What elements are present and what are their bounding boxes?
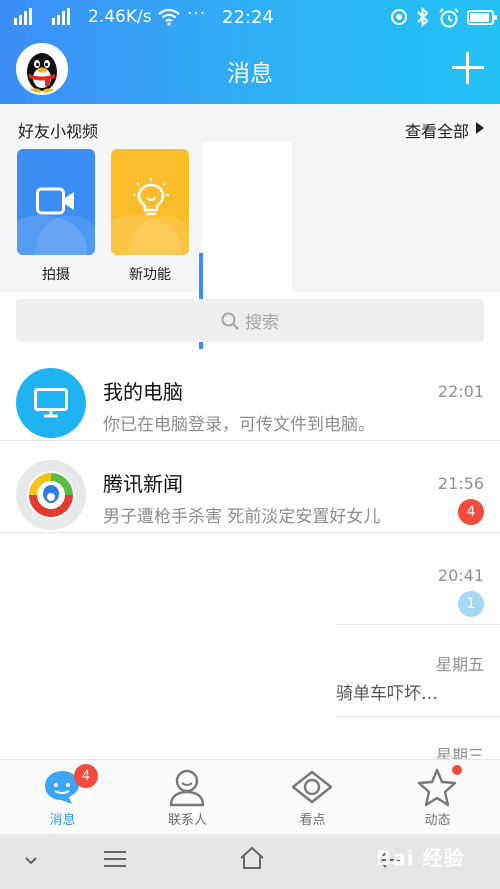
status-bar: 2.46K/s ··· 22:24: [0, 0, 500, 36]
tile-record[interactable]: [17, 149, 95, 255]
tab-messages-label: 消息: [49, 813, 76, 828]
conversation-row-tencent-news[interactable]: 腾讯新闻 男子遭枪手杀害 死前淡定安置好女儿 21:56 4: [0, 441, 500, 533]
conversation-preview: 男子遭枪手杀害 死前淡定安置好女儿: [103, 507, 381, 527]
person-icon: [169, 769, 205, 807]
tile-new-feature[interactable]: [111, 149, 189, 255]
eye-icon: [292, 770, 332, 804]
chevron-down-icon[interactable]: [24, 856, 38, 866]
tab-contacts-label: 联系人: [167, 813, 207, 828]
location-icon: [391, 9, 407, 25]
more-dots: ···: [187, 4, 207, 24]
watermark: Bai 经验: [376, 846, 465, 870]
battery-icon: [467, 10, 497, 25]
tab-watch[interactable]: 看点: [250, 760, 375, 835]
home-icon[interactable]: [239, 846, 265, 870]
conversation-preview: 骑单车吓坏…: [336, 684, 438, 704]
search-placeholder: 搜索: [245, 313, 279, 333]
view-all-link[interactable]: 查看全部: [405, 118, 469, 142]
conversation-row-my-computer[interactable]: 我的电脑 你已在电脑登录，可传文件到电脑。 22:01: [0, 349, 500, 441]
tab-contacts[interactable]: 联系人: [125, 760, 250, 835]
messages-badge: 4: [74, 764, 98, 788]
conversation-row-5[interactable]: 星期三: [0, 717, 500, 765]
menu-icon[interactable]: [102, 848, 128, 870]
bluetooth-icon: [417, 7, 429, 27]
conversation-time: 22:01: [437, 382, 484, 401]
unread-badge: 4: [458, 499, 484, 525]
tab-bar: 4 消息 联系人 看点 动态: [0, 759, 500, 834]
tile-record-label: 拍摄: [42, 267, 70, 283]
moments-dot: [452, 765, 462, 775]
tile-new-feature-label: 新功能: [129, 267, 171, 283]
tab-moments-label: 动态: [424, 813, 451, 828]
redaction-box: [203, 142, 292, 292]
video-camera-icon: [36, 187, 74, 215]
search-icon: [221, 312, 239, 330]
conversation-time: 星期五: [435, 655, 484, 674]
add-icon[interactable]: [452, 52, 484, 84]
tencent-news-icon: [27, 471, 75, 519]
conversation-time: 21:56: [437, 474, 484, 493]
tab-watch-label: 看点: [299, 813, 326, 828]
conversation-name: 我的电脑: [103, 380, 183, 404]
unread-badge: 1: [458, 591, 484, 617]
search-bar[interactable]: 搜索: [16, 299, 484, 342]
alarm-icon: [439, 8, 459, 28]
monitor-icon: [34, 388, 68, 418]
page-title: 消息: [227, 61, 273, 87]
conversation-row-4[interactable]: 骑单车吓坏… 星期五: [0, 625, 500, 717]
tencent-news-avatar: [16, 460, 86, 530]
network-speed: 2.46K/s: [88, 7, 152, 27]
wifi-icon: [158, 8, 180, 26]
conversation-name: 腾讯新闻: [103, 472, 183, 496]
conversation-time: 20:41: [437, 566, 484, 585]
tab-moments[interactable]: 动态: [375, 760, 500, 835]
friend-videos-title: 好友小视频: [18, 122, 99, 141]
triangle-right-icon[interactable]: [476, 122, 484, 134]
tab-messages[interactable]: 4 消息: [0, 760, 125, 835]
app-header: 2.46K/s ··· 22:24 消息: [0, 0, 500, 104]
signal-icon-2: [52, 8, 70, 25]
status-time: 22:24: [222, 7, 274, 28]
my-computer-avatar: [16, 368, 86, 438]
conversation-row-3[interactable]: 20:41 1: [0, 533, 500, 625]
conversation-preview: 你已在电脑登录，可传文件到电脑。: [103, 415, 375, 435]
star-icon: [417, 768, 457, 807]
signal-icon: [14, 8, 32, 25]
lightbulb-icon: [133, 178, 169, 216]
